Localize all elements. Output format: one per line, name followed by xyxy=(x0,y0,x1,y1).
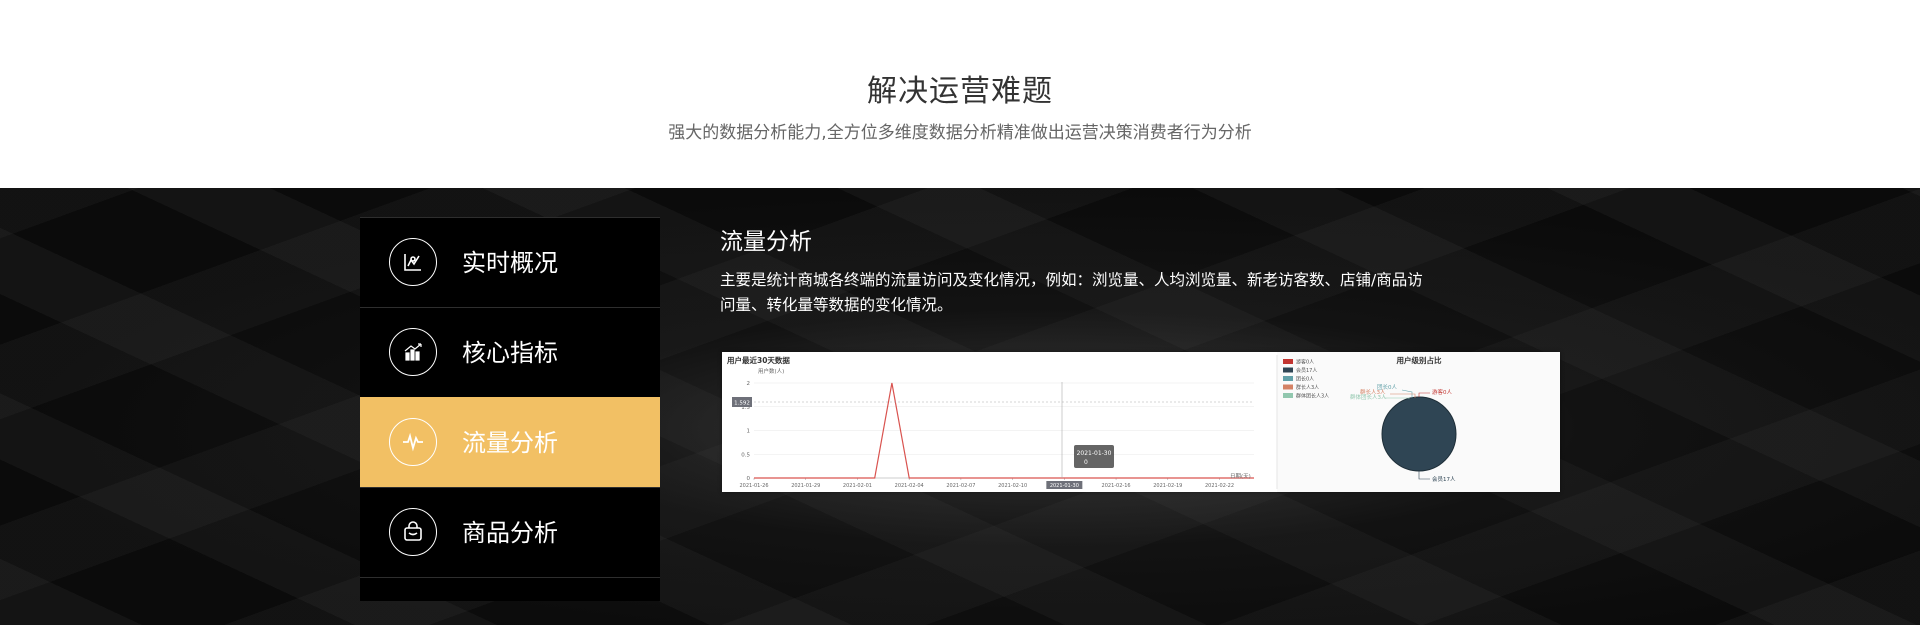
legend-label[interactable]: 会员17人 xyxy=(1296,367,1317,374)
pulse-icon xyxy=(389,418,437,466)
realtime-chart-icon xyxy=(389,238,437,286)
menu-item-traffic[interactable]: 流量分析 xyxy=(360,397,660,487)
line-chart-title: 用户最近30天数据 xyxy=(727,355,790,365)
analytics-screenshot: 用户最近30天数据 用户数(人) 2 1.5 1 0.5 0 2021-01-26 202… xyxy=(722,352,1560,492)
y-tick-label: 1 xyxy=(747,429,751,435)
menu-item-label: 核心指标 xyxy=(462,339,558,367)
x-tick-label: 2021-01-26 xyxy=(739,483,768,489)
x-tick-label: 2021-02-22 xyxy=(1205,483,1234,489)
pie-label: 会员17人 xyxy=(1432,475,1456,483)
menu-item-product[interactable]: 商品分析 xyxy=(360,487,660,577)
pie-label: 群体团长人3人 xyxy=(1350,393,1387,401)
y-tick-label: 0.5 xyxy=(741,452,750,458)
bar-growth-icon xyxy=(389,328,437,376)
pie-chart-title: 用户级别占比 xyxy=(1397,355,1442,365)
legend-label[interactable]: 群长人3人 xyxy=(1296,384,1319,391)
feature-panel: 实时概况 核心指标 流量分析 商品分析 流量分析 主要是统计商城各终端的流量访问… xyxy=(0,188,1920,625)
analytics-charts: 用户最近30天数据 用户数(人) 21.510.50 2021-01-26 202… xyxy=(722,352,1560,492)
legend-label[interactable]: 团长0人 xyxy=(1296,376,1314,383)
x-tick-label: 2021-02-01 xyxy=(843,483,872,489)
y-tick-label: 0 xyxy=(747,476,751,482)
legend-swatch[interactable] xyxy=(1283,393,1293,398)
legend-label[interactable]: 游客0人 xyxy=(1296,359,1314,366)
section-title: 解决运营难题 xyxy=(867,74,1053,109)
menu-item-realtime[interactable]: 实时概况 xyxy=(360,217,660,307)
section-header: 解决运营难题 强大的数据分析能力,全方位多维度数据分析精准做出运营决策消费者行为… xyxy=(0,0,1920,188)
legend-swatch[interactable] xyxy=(1283,384,1293,390)
content-title: 流量分析 xyxy=(720,229,812,255)
legend-swatch[interactable] xyxy=(1283,367,1293,373)
line-chart-ylabel: 用户数(人) xyxy=(758,367,784,375)
menu-item-label: 实时概况 xyxy=(462,249,558,277)
x-tick-label: 2021-02-07 xyxy=(946,483,975,489)
tooltip-value: 0 xyxy=(1084,459,1088,466)
feature-menu: 实时概况 核心指标 流量分析 商品分析 xyxy=(360,217,660,601)
menu-item-core-metrics[interactable]: 核心指标 xyxy=(360,307,660,397)
x-tick-label: 2021-01-29 xyxy=(791,483,820,489)
legend-swatch[interactable] xyxy=(1283,359,1293,364)
menu-divider xyxy=(360,577,660,578)
pie-slice-member xyxy=(1381,396,1457,472)
x-tick-label: 2021-01-30 xyxy=(1050,483,1079,489)
y-tick-label: 2 xyxy=(747,381,751,387)
menu-item-label: 流量分析 xyxy=(462,429,558,457)
x-tick-label: 2021-02-19 xyxy=(1153,483,1182,489)
legend-swatch[interactable] xyxy=(1283,376,1293,381)
shopping-bag-icon xyxy=(389,508,437,556)
legend-label[interactable]: 群体团长人3人 xyxy=(1296,393,1329,400)
x-tick-label: 2021-02-16 xyxy=(1102,483,1131,489)
content-description: 主要是统计商城各终端的流量访问及变化情况，例如：浏览量、人均浏览量、新老访客数、… xyxy=(720,271,1423,314)
tooltip-date: 2021-01-30 xyxy=(1077,450,1112,457)
pie-label: 游客0人 xyxy=(1432,388,1452,396)
section-subtitle: 强大的数据分析能力,全方位多维度数据分析精准做出运营决策消费者行为分析 xyxy=(668,123,1252,143)
y-pointer-label: 1.592 xyxy=(734,401,750,407)
x-tick-label: 2021-02-04 xyxy=(895,483,924,489)
x-tick-label: 2021-02-10 xyxy=(998,483,1027,489)
menu-item-label: 商品分析 xyxy=(462,519,558,547)
x-axis-end-label: 日期(天) xyxy=(1230,473,1251,480)
